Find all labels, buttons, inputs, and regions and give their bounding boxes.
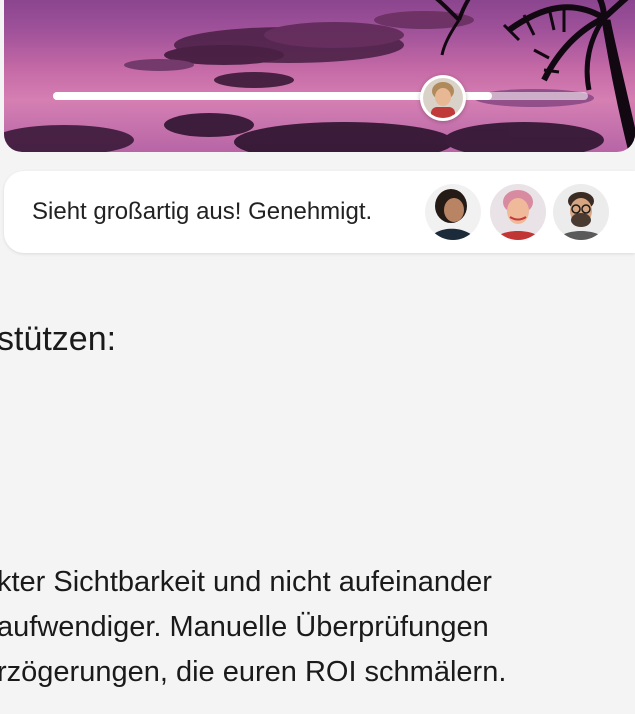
comment-card: Sieht großartig aus! Genehmigt. — [4, 171, 635, 253]
sunset-palm-scene — [4, 0, 635, 152]
avatar-reviewer-3[interactable] — [551, 182, 611, 242]
paragraph-line: kter Sichtbarkeit und nicht aufeinander — [0, 566, 492, 598]
slider-handle-avatar[interactable] — [420, 75, 466, 121]
hero-image — [4, 0, 635, 152]
avatar-woman-dark-hair-icon — [425, 184, 481, 240]
avatar-reviewer-2[interactable] — [488, 182, 548, 242]
reviewer-avatar-icon — [423, 78, 463, 118]
paragraph-line: rzögerungen, die euren ROI schmälern. — [0, 656, 507, 688]
comment-text: Sieht großartig aus! Genehmigt. — [32, 198, 373, 225]
section-heading: stützen: — [0, 320, 117, 358]
avatar-reviewer-1[interactable] — [423, 182, 483, 242]
paragraph-line: aufwendiger. Manuelle Überprüfungen — [0, 611, 489, 643]
avatar-man-glasses-icon — [553, 184, 609, 240]
page: Sieht großartig aus! Genehmigt. stützen:… — [0, 0, 635, 714]
comparison-slider[interactable] — [53, 92, 588, 102]
section-paragraph: kter Sichtbarkeit und nicht aufeinander … — [0, 560, 635, 695]
avatar-woman-pink-hair-icon — [490, 184, 546, 240]
